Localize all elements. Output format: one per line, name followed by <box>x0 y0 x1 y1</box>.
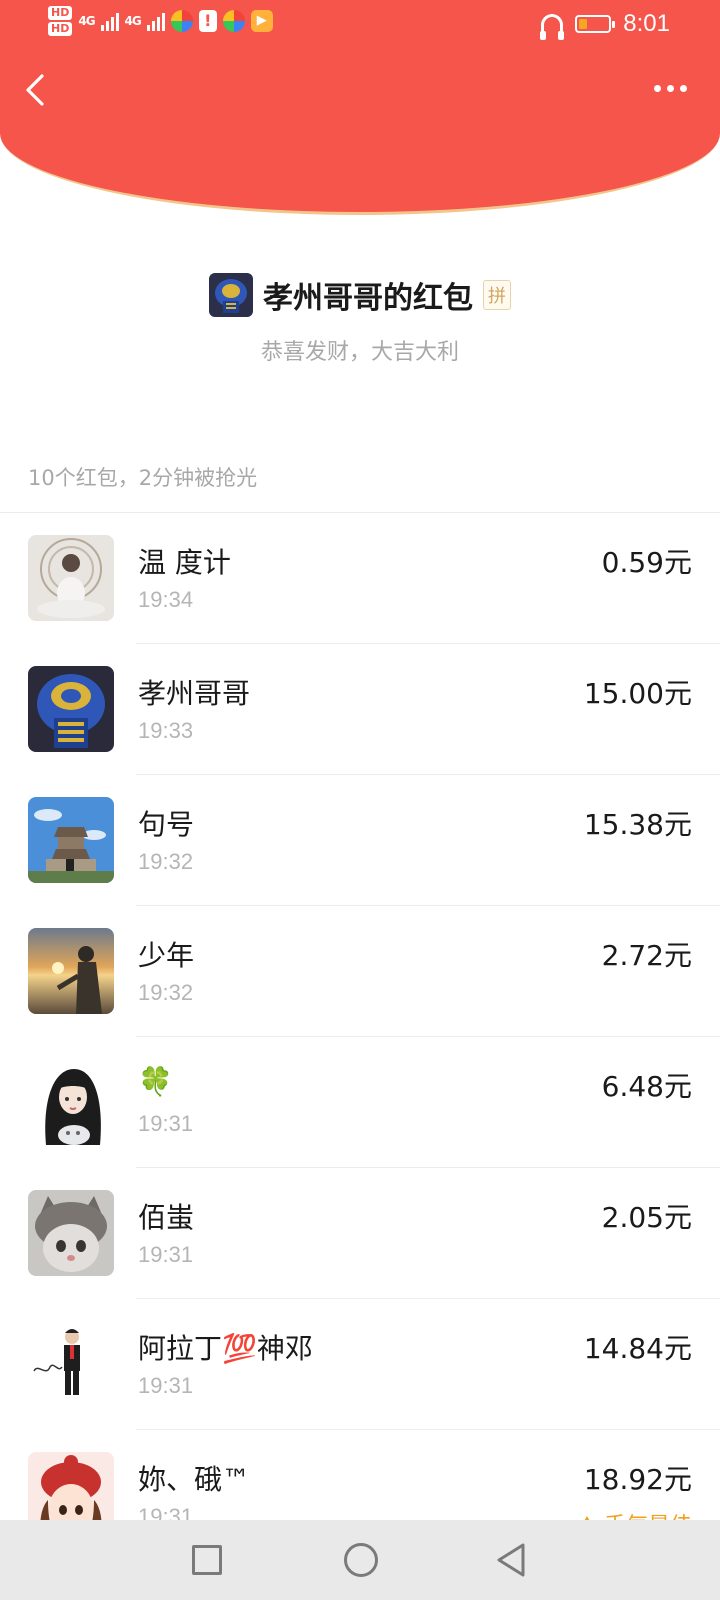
battery-icon <box>575 15 616 33</box>
back-triangle-icon[interactable] <box>495 1542 527 1578</box>
list-item[interactable]: 阿拉丁💯神邓 19:31 14.84元 <box>0 1299 720 1430</box>
list-item[interactable]: 佰蚩 19:31 2.05元 <box>0 1168 720 1299</box>
grab-time: 19:31 <box>138 1111 194 1136</box>
avatar[interactable] <box>28 797 114 883</box>
grab-amount: 0.59元 <box>601 546 692 579</box>
grab-time: 19:31 <box>138 1242 194 1267</box>
more-dots-icon[interactable] <box>650 78 690 98</box>
member-name: 妳、硪™ <box>138 1463 251 1496</box>
sender-title: 孝州哥哥的红包 <box>263 281 473 316</box>
grab-amount: 18.92元 <box>583 1463 692 1496</box>
member-name: 少年 <box>138 939 195 972</box>
app-notification-icon <box>170 10 193 32</box>
sender-info: 孝州哥哥的红包 拼 <box>0 270 720 320</box>
record-list: 温 度计 19:34 0.59元 孝州哥哥 19:33 15.00元 句号 19… <box>0 513 720 1561</box>
pin-badge: 拼 <box>483 280 511 310</box>
grab-time: 19:31 <box>138 1373 194 1398</box>
signal-icon <box>100 11 119 31</box>
avatar[interactable] <box>28 1059 114 1145</box>
network-type-2: 4G <box>124 14 142 28</box>
network-type-1: 4G <box>78 14 95 28</box>
grab-time: 19:34 <box>138 587 194 612</box>
warning-icon: ! <box>198 10 217 32</box>
grab-amount: 6.48元 <box>601 1070 692 1103</box>
recent-apps-button[interactable] <box>192 1545 222 1575</box>
grab-amount: 2.72元 <box>601 939 692 972</box>
sender-avatar[interactable] <box>209 273 253 317</box>
status-right: 8:01 <box>540 10 670 40</box>
app-notification-icon <box>222 10 245 32</box>
status-bar: HD HD 4G 4G ! ▶ 8:01 <box>0 0 720 50</box>
blessing-text: 恭喜发财，大吉大利 <box>260 340 459 365</box>
member-name: 阿拉丁💯神邓 <box>138 1332 313 1365</box>
clock: 8:01 <box>623 10 670 37</box>
list-item[interactable]: 句号 19:32 15.38元 <box>0 775 720 906</box>
grab-time: 19:33 <box>138 718 194 743</box>
grab-amount: 2.05元 <box>601 1201 692 1234</box>
summary-text: 10个红包，2分钟被抢光 <box>28 466 258 490</box>
list-item[interactable]: 🍀 19:31 6.48元 <box>0 1037 720 1168</box>
member-name: 句号 <box>138 808 195 841</box>
avatar[interactable] <box>28 1321 114 1407</box>
grab-amount: 15.00元 <box>583 677 692 710</box>
hd-badge-2: HD <box>48 22 73 36</box>
grab-time: 19:32 <box>138 849 194 874</box>
grab-amount: 15.38元 <box>583 808 692 841</box>
signal-icon <box>146 11 165 31</box>
avatar[interactable] <box>28 1190 114 1276</box>
list-item[interactable]: 孝州哥哥 19:33 15.00元 <box>0 644 720 775</box>
member-name: 🍀 <box>138 1065 173 1098</box>
member-name: 佰蚩 <box>138 1201 195 1234</box>
home-button[interactable] <box>344 1543 378 1577</box>
hd-badge-1: HD <box>48 6 73 20</box>
avatar[interactable] <box>28 666 114 752</box>
system-nav-bar <box>0 1520 720 1600</box>
status-left: HD HD 4G 4G ! ▶ <box>48 6 273 36</box>
avatar[interactable] <box>28 928 114 1014</box>
headphone-icon <box>540 14 565 40</box>
grab-time: 19:32 <box>138 980 194 1005</box>
list-item[interactable]: 少年 19:32 2.72元 <box>0 906 720 1037</box>
member-name: 温 度计 <box>138 546 231 579</box>
grab-amount: 14.84元 <box>583 1332 692 1365</box>
chevron-left-icon[interactable] <box>22 72 52 108</box>
list-item[interactable]: 温 度计 19:34 0.59元 <box>0 513 720 644</box>
member-name: 孝州哥哥 <box>138 677 251 710</box>
video-app-icon: ▶ <box>250 10 273 32</box>
hd-indicator: HD HD <box>48 6 73 36</box>
avatar[interactable] <box>28 535 114 621</box>
